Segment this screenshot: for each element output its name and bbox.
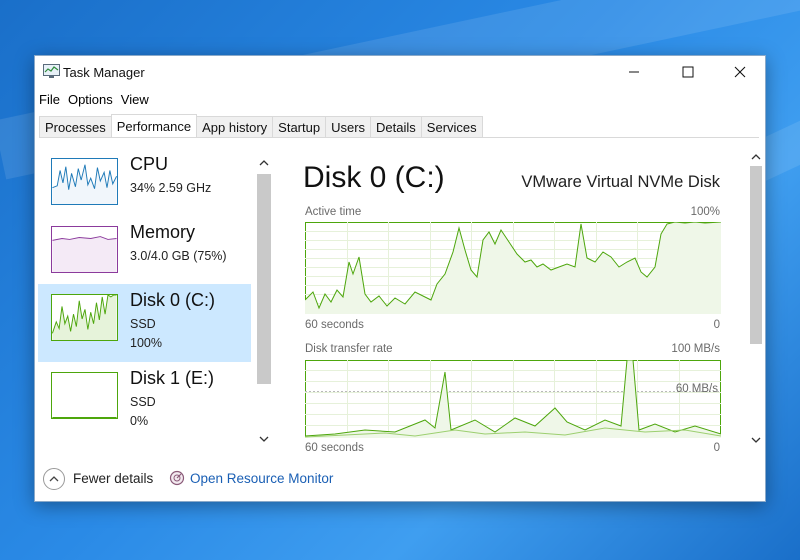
active-time-duration-label: 60 seconds: [305, 319, 364, 331]
sidebar-memory-usage: 3.0/4.0 GB (75%): [130, 249, 227, 263]
sidebar-label-cpu: CPU: [130, 154, 169, 174]
transfer-rate-max-label: 100 MB/s: [671, 343, 720, 355]
transfer-rate-min-label: 0: [713, 442, 720, 453]
sidebar-label-memory: Memory: [130, 222, 196, 242]
task-manager-app-icon: [43, 64, 60, 78]
sidebar-item-disk-1[interactable]: Disk 1 (E:) SSD 0%: [38, 362, 251, 440]
transfer-rate-mark-label: 60 MB/s: [675, 383, 718, 395]
memory-thumbnail-graph: [51, 226, 118, 273]
transfer-rate-label: Disk transfer rate: [305, 343, 393, 355]
minimize-icon: [629, 71, 639, 73]
chevron-down-icon[interactable]: [747, 433, 765, 447]
title-bar: Task Manager: [35, 56, 765, 88]
detail-scrollbar[interactable]: [747, 148, 765, 453]
disk-detail-panel: Disk 0 (C:) VMware Virtual NVMe Disk Act…: [303, 148, 723, 453]
sidebar-item-disk-0[interactable]: Disk 0 (C:) SSD 100%: [38, 284, 251, 362]
tab-users[interactable]: Users: [325, 116, 372, 137]
transfer-rate-graph: [305, 360, 721, 438]
tab-details[interactable]: Details: [370, 116, 422, 137]
menu-file[interactable]: File: [35, 90, 64, 110]
sidebar-scroll-thumb[interactable]: [257, 174, 271, 384]
active-time-max-label: 100%: [690, 206, 720, 218]
tab-strip: Processes Performance App history Startu…: [39, 114, 759, 138]
active-time-min-label: 0: [713, 319, 720, 331]
chevron-up-icon: [49, 476, 59, 482]
active-time-graph: [305, 222, 721, 314]
sidebar-disk-1-usage: 0%: [130, 414, 149, 428]
menu-options[interactable]: Options: [64, 90, 117, 110]
menu-bar: File Options View: [35, 90, 153, 110]
sidebar-label-disk-1: Disk 1 (E:): [130, 368, 215, 388]
sidebar-disk-1-type: SSD: [130, 395, 156, 409]
tab-processes[interactable]: Processes: [39, 116, 112, 137]
tab-services[interactable]: Services: [420, 116, 483, 137]
chevron-down-icon[interactable]: [255, 432, 273, 446]
menu-view[interactable]: View: [117, 90, 153, 110]
window-title: Task Manager: [63, 65, 145, 80]
performance-sidebar: CPU 34% 2.59 GHz Memory 3.0/4.0 GB (75%)…: [38, 148, 273, 453]
sidebar-disk-0-usage: 100%: [130, 336, 162, 350]
close-icon: [734, 66, 746, 78]
disk-1-thumbnail-graph: [51, 372, 118, 419]
sidebar-item-cpu[interactable]: CPU 34% 2.59 GHz: [38, 148, 251, 226]
page-title: Disk 0 (C:): [303, 161, 445, 194]
sidebar-cpu-usage: 34% 2.59 GHz: [130, 181, 212, 195]
tab-app-history[interactable]: App history: [196, 116, 274, 137]
maximize-button[interactable]: [665, 56, 711, 88]
resource-monitor-icon: [169, 470, 185, 486]
disk-0-thumbnail-graph: [51, 294, 118, 341]
sidebar-disk-0-type: SSD: [130, 317, 156, 331]
chevron-up-icon[interactable]: [255, 156, 273, 170]
minimize-button[interactable]: [611, 56, 657, 88]
footer-bar: Fewer details Open Resource Monitor: [35, 461, 765, 501]
close-button[interactable]: [717, 56, 763, 88]
open-resource-monitor-link[interactable]: Open Resource Monitor: [190, 471, 333, 486]
sidebar-label-disk-0: Disk 0 (C:): [130, 290, 215, 310]
detail-scroll-thumb[interactable]: [750, 166, 762, 344]
sidebar-scrollbar[interactable]: [255, 152, 273, 449]
disk-model-name: VMware Virtual NVMe Disk: [521, 173, 720, 191]
cpu-thumbnail-graph: [51, 158, 118, 205]
active-time-label: Active time: [305, 206, 362, 218]
task-manager-window: Task Manager File Options View Processes…: [34, 55, 766, 502]
tab-startup[interactable]: Startup: [272, 116, 327, 137]
tab-performance[interactable]: Performance: [110, 114, 198, 137]
chevron-up-icon[interactable]: [747, 150, 765, 164]
transfer-rate-duration-label: 60 seconds: [305, 442, 364, 453]
sidebar-item-memory[interactable]: Memory 3.0/4.0 GB (75%): [38, 216, 251, 294]
fewer-details-button[interactable]: [43, 468, 65, 490]
fewer-details-link[interactable]: Fewer details: [73, 471, 153, 486]
maximize-icon: [682, 66, 694, 78]
